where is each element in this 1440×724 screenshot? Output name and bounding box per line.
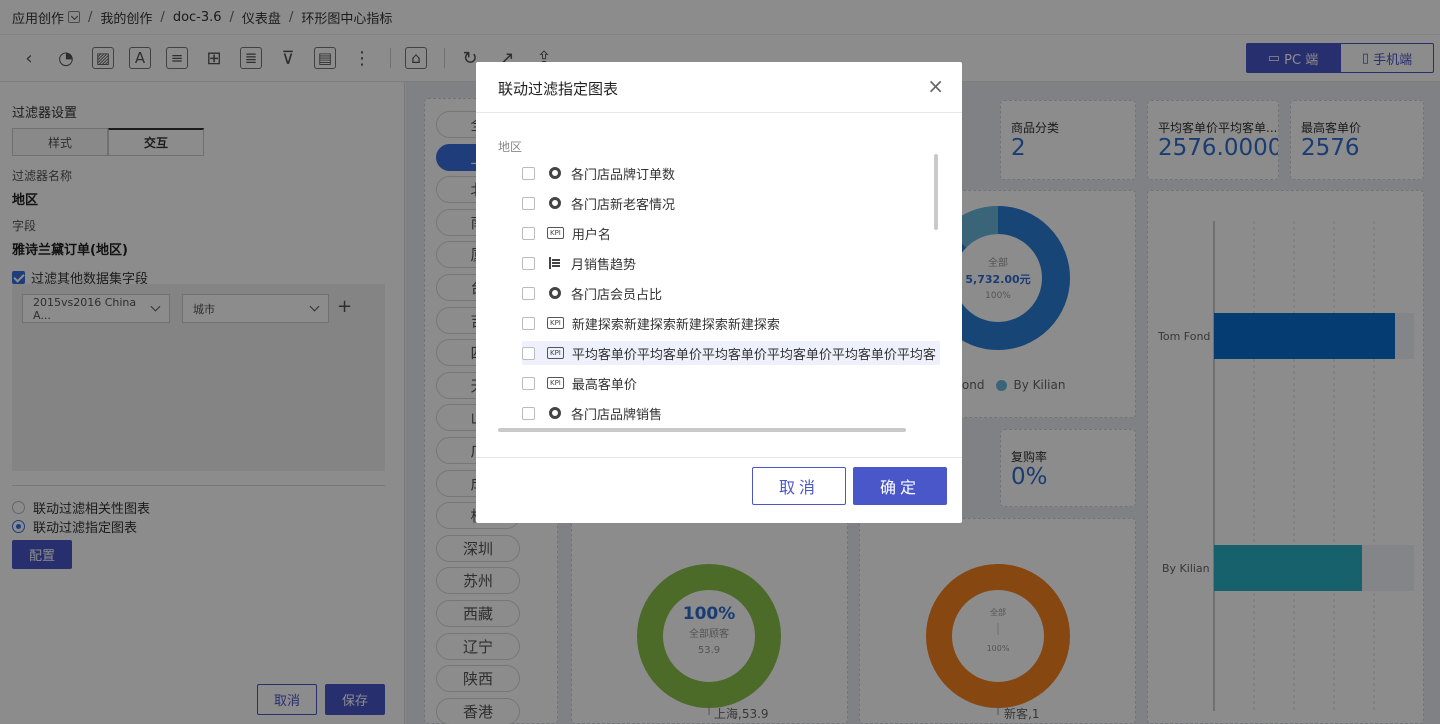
chart-list-item[interactable]: 各门店品牌销售 <box>522 401 940 425</box>
chart-list-item[interactable]: 各门店新老客情况 <box>522 191 940 215</box>
close-icon[interactable]: × <box>927 74 944 98</box>
donut-chart-icon <box>549 407 561 419</box>
checkbox-icon[interactable] <box>522 376 535 390</box>
checkbox-icon[interactable] <box>522 166 535 180</box>
checkbox-icon[interactable] <box>522 286 535 300</box>
donut-chart-icon <box>549 167 561 179</box>
chart-list-item-label: 各门店会员占比 <box>571 287 663 303</box>
chart-list-item[interactable]: 月销售趋势 <box>522 251 940 275</box>
checkbox-icon[interactable] <box>522 346 535 360</box>
chart-list-item-label: 月销售趋势 <box>571 257 637 273</box>
chart-list-item[interactable]: KPI 最高客单价 <box>522 371 940 395</box>
kpi-icon: KPI <box>547 347 564 359</box>
bar-chart-icon <box>549 257 561 269</box>
chart-list-item-label: 各门店品牌销售 <box>571 407 663 423</box>
checkbox-icon[interactable] <box>522 316 535 330</box>
donut-chart-icon <box>549 287 561 299</box>
horizontal-scrollbar[interactable] <box>498 428 906 432</box>
chart-list-item-label: 用户名 <box>571 227 611 243</box>
chart-list-item-label: 平均客单价平均客单价平均客单价平均客单价平均客单价平均客 <box>571 347 936 363</box>
checkbox-icon[interactable] <box>522 256 535 270</box>
chart-list-item-label: 最高客单价 <box>571 377 637 393</box>
chart-list-item-label: 新建探索新建探索新建探索新建探索 <box>571 317 780 333</box>
chart-list-item[interactable]: 各门店品牌订单数 <box>522 161 940 185</box>
chart-list-item[interactable]: KPI 新建探索新建探索新建探索新建探索 <box>522 311 940 335</box>
chart-group-label: 地区 <box>498 140 523 154</box>
link-filter-charts-dialog: 联动过滤指定图表 × 地区 取消 确定 各门店品牌订单数 各门店新老客情况 KPI 用… <box>476 62 962 523</box>
divider <box>476 112 962 113</box>
dialog-cancel-button[interactable]: 取消 <box>752 467 846 505</box>
chart-list-item[interactable]: KPI 用户名 <box>522 221 940 245</box>
kpi-icon: KPI <box>547 227 564 239</box>
chart-list-item-label: 各门店新老客情况 <box>571 197 676 213</box>
chart-list-item[interactable]: KPI 平均客单价平均客单价平均客单价平均客单价平均客单价平均客 <box>522 341 940 365</box>
kpi-icon: KPI <box>547 377 564 389</box>
checkbox-icon[interactable] <box>522 226 535 240</box>
kpi-icon: KPI <box>547 317 564 329</box>
checkbox-icon[interactable] <box>522 406 535 420</box>
dialog-title: 联动过滤指定图表 <box>498 80 619 98</box>
divider <box>476 457 962 458</box>
checkbox-icon[interactable] <box>522 196 535 210</box>
chart-list-item[interactable]: 各门店会员占比 <box>522 281 940 305</box>
dialog-ok-button[interactable]: 确定 <box>853 467 947 505</box>
chart-list-item-label: 各门店品牌订单数 <box>571 167 676 183</box>
donut-chart-icon <box>549 197 561 209</box>
